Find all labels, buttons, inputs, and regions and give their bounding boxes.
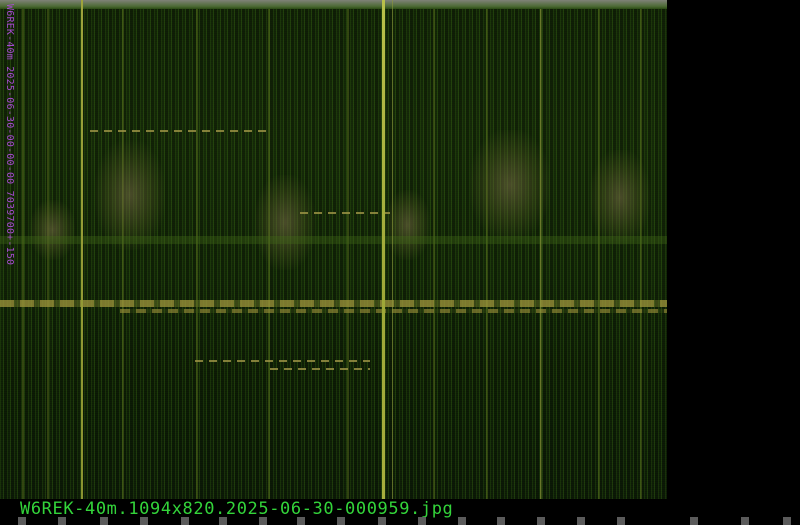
signal-blob <box>30 200 75 260</box>
tick-mark <box>537 517 545 525</box>
tick-mark <box>297 517 305 525</box>
tick-mark <box>577 517 585 525</box>
noise-column <box>486 9 488 499</box>
signal-trace <box>195 360 370 362</box>
tick-mark <box>378 517 386 525</box>
tick-mark <box>783 517 791 525</box>
tick-mark <box>690 517 698 525</box>
noise-column <box>196 9 198 499</box>
image-filename: W6REK-40m.1094x820.2025-06-30-000959.jpg <box>20 499 454 519</box>
waterfall-spectrogram: W6REK-40m 2025-06-30-00-00-00 7039700+-1… <box>0 0 667 499</box>
noise-column <box>640 9 642 499</box>
horizontal-band <box>0 236 667 244</box>
bottom-tick-row <box>0 517 800 525</box>
tick-mark <box>259 517 267 525</box>
noise-column <box>347 9 349 499</box>
image-viewer: W6REK-40m 2025-06-30-00-00-00 7039700+-1… <box>0 0 800 525</box>
tick-mark <box>219 517 227 525</box>
spectrogram-top-band <box>0 0 667 9</box>
signal-blob <box>95 140 165 250</box>
tick-mark <box>741 517 749 525</box>
noise-column <box>433 9 435 499</box>
carrier-line <box>392 0 393 499</box>
noise-column <box>122 9 124 499</box>
carrier-line <box>81 0 83 499</box>
spectrogram-vertical-label: W6REK-40m 2025-06-30-00-00-00 7039700+-1… <box>4 4 15 266</box>
tick-mark <box>458 517 466 525</box>
tick-mark <box>140 517 148 525</box>
tick-mark <box>58 517 66 525</box>
noise-column <box>22 9 24 499</box>
noise-column <box>598 9 600 499</box>
signal-trace <box>270 368 370 370</box>
carrier-line <box>540 9 541 499</box>
tick-mark <box>18 517 26 525</box>
carrier-line <box>382 0 385 499</box>
tick-mark <box>181 517 189 525</box>
tick-mark <box>100 517 108 525</box>
tick-mark <box>337 517 345 525</box>
signal-blob <box>590 150 650 245</box>
signal-blob <box>255 175 315 270</box>
tick-mark <box>497 517 505 525</box>
horizontal-signal-band <box>120 309 667 313</box>
signal-trace <box>300 212 390 214</box>
horizontal-signal-band <box>0 300 667 307</box>
tick-mark <box>617 517 625 525</box>
tick-mark <box>418 517 426 525</box>
signal-blob <box>470 130 550 240</box>
signal-trace <box>90 130 270 132</box>
